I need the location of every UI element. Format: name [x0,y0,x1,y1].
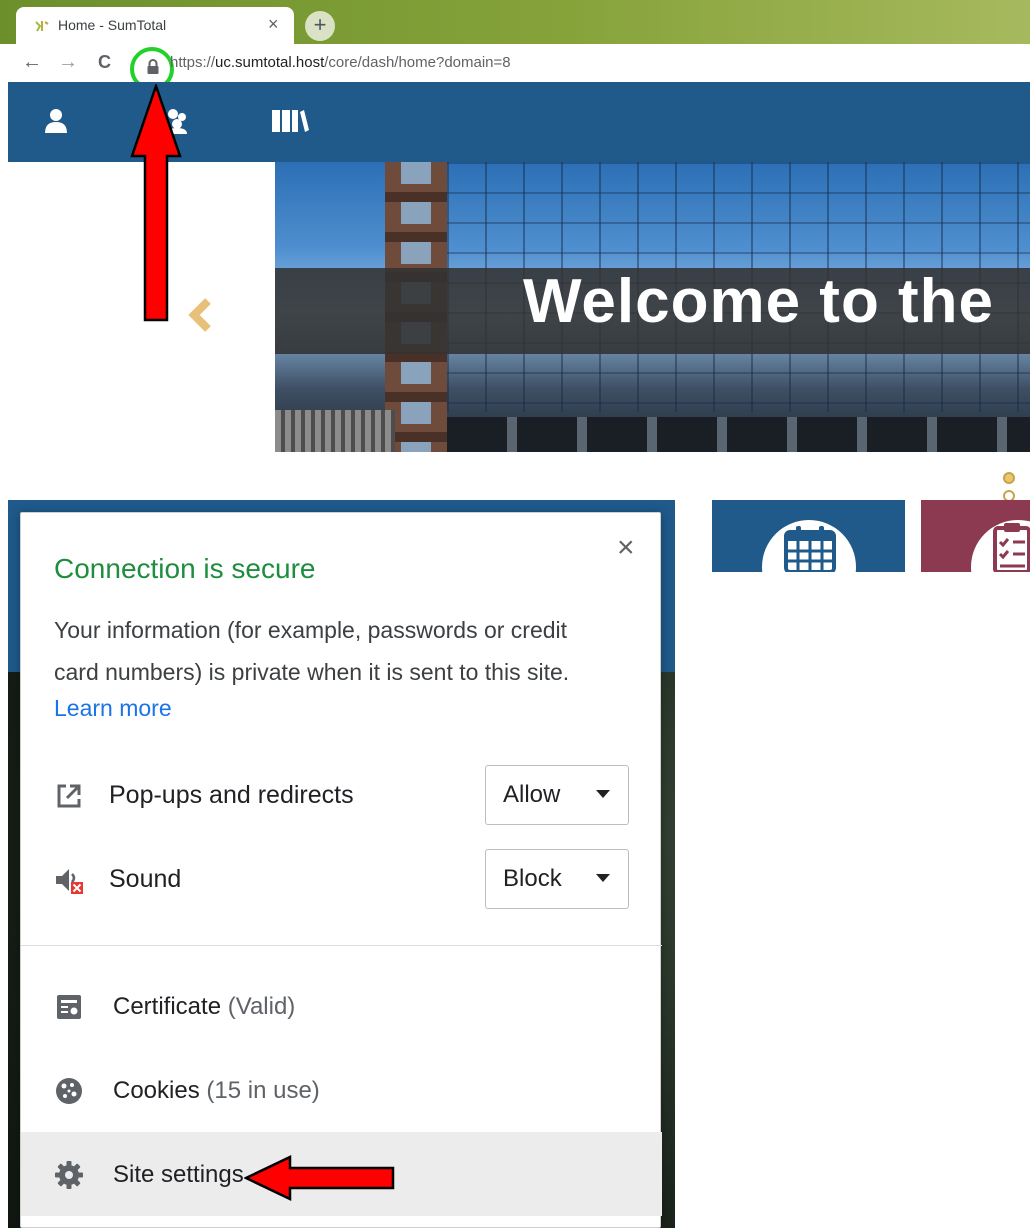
site-settings-label: Site settings [113,1161,244,1189]
calendar-tile[interactable] [712,500,905,572]
reload-icon[interactable]: C [98,52,111,72]
speaker-muted-icon [56,869,83,894]
permission-label: Pop-ups and redirects [109,781,354,809]
site-info-popup: × Connection is secure Your information … [20,512,662,1228]
banner-plaza [447,417,1030,452]
sumtotal-favicon-icon [35,21,49,32]
dropdown-caret-icon [596,790,610,798]
tab-close-icon[interactable]: × [268,14,279,34]
permission-row-popups: Pop-ups and redirects Allow [21,765,662,825]
annotation-arrow-up [130,84,182,322]
dropdown-caret-icon [596,874,610,882]
certificate-label: Certificate (Valid) [113,993,295,1021]
carousel-prev-chevron-icon[interactable] [186,297,214,333]
external-link-icon [57,784,81,808]
permission-row-sound: Sound Block [21,849,662,909]
url-path: /core/dash/home?domain=8 [324,54,511,71]
user-icon[interactable] [44,108,68,134]
popup-close-icon[interactable]: × [617,533,635,563]
library-icon[interactable] [270,108,310,134]
back-arrow-icon[interactable]: ← [22,52,42,72]
checklist-icon [993,523,1030,572]
welcome-banner: Welcome to the [275,162,1030,452]
certificate-row[interactable]: Certificate (Valid) [21,964,662,1048]
browser-tab[interactable]: Home - SumTotal × [16,7,294,44]
item-label: Cookies [113,1077,200,1104]
connection-description: Your information (for example, passwords… [54,617,570,685]
connection-status-title: Connection is secure [54,553,316,584]
annotation-arrow-left [244,1155,395,1201]
tab-strip: Home - SumTotal × + [0,0,1030,44]
cookie-icon [56,1078,82,1104]
sound-permission-select[interactable]: Block [485,849,629,909]
select-value: Allow [503,781,561,808]
calendar-icon [784,526,836,572]
gear-icon [55,1161,83,1189]
carousel-dot[interactable] [1003,472,1015,484]
item-detail: (Valid) [227,993,296,1020]
new-tab-button[interactable]: + [305,11,335,41]
site-info-screenshot: × Connection is secure Your information … [0,500,1030,1228]
address-bar[interactable]: https://uc.sumtotal.host/core/dash/home?… [170,54,511,71]
browser-toolbar: ← → C https://uc.sumtotal.host/core/dash… [0,44,1030,91]
carousel-dot[interactable] [1003,490,1015,500]
cookies-row[interactable]: Cookies (15 in use) [21,1048,662,1132]
browser-screenshot: Home - SumTotal × + ← → C https://uc.sum… [0,0,1030,500]
section-divider [21,945,662,946]
item-label: Site settings [113,1161,244,1188]
certificate-icon [57,995,81,1019]
carousel-dots [1003,471,1030,500]
url-scheme: https:// [170,54,216,71]
forward-arrow-icon[interactable]: → [58,52,78,72]
learn-more-link[interactable]: Learn more [54,695,172,722]
popups-permission-select[interactable]: Allow [485,765,629,825]
item-detail: (15 in use) [206,1077,320,1104]
checklist-tile[interactable] [921,500,1030,572]
banner-low-building [275,410,395,452]
cookies-label: Cookies (15 in use) [113,1077,320,1105]
item-label: Certificate [113,993,222,1020]
tab-title: Home - SumTotal [58,17,167,33]
url-host: uc.sumtotal.host [215,54,325,71]
banner-headline: Welcome to the [523,267,995,336]
permission-label: Sound [109,865,182,893]
select-value: Block [503,865,562,892]
